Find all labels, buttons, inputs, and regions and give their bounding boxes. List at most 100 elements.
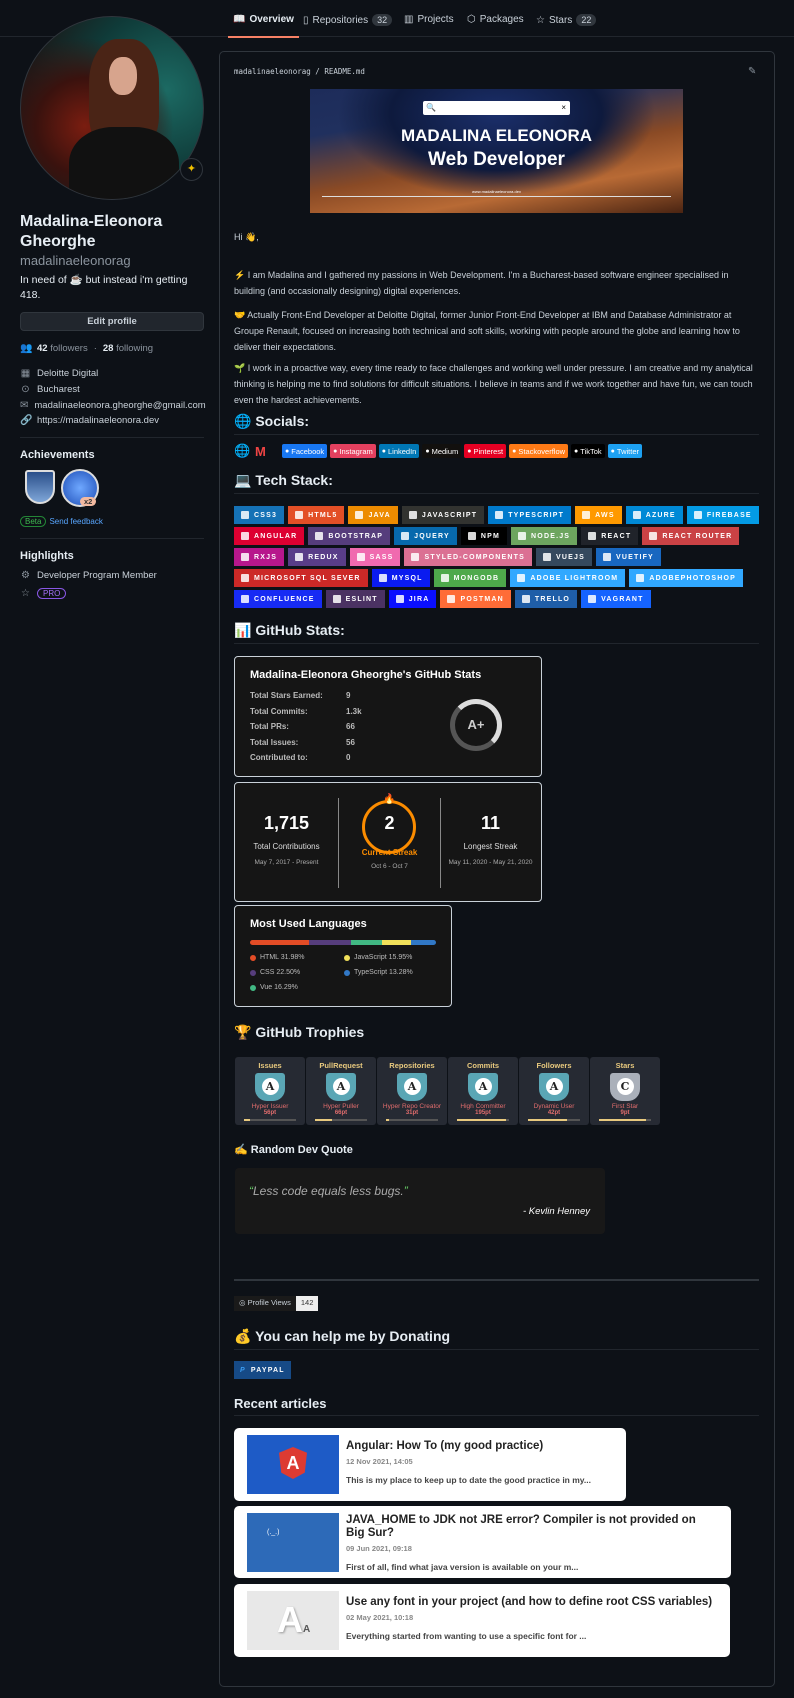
- trophies-heading: 🏆 GitHub Trophies: [234, 1024, 365, 1040]
- divider: [20, 437, 204, 438]
- tab-repositories[interactable]: ▯ Repositories 32: [303, 14, 393, 26]
- tech-badge-postman[interactable]: POSTMAN: [440, 590, 511, 608]
- tech-badge-aws[interactable]: AWS: [575, 506, 622, 524]
- adobe-lightroom-icon: [517, 574, 526, 582]
- tech-badge-jquery[interactable]: JQUERY: [394, 527, 457, 545]
- star-icon: ☆: [21, 588, 30, 599]
- readme-file-link[interactable]: README.md: [324, 67, 365, 76]
- tech-badge-vuejs[interactable]: VUEJS: [536, 548, 592, 566]
- article-excerpt: First of all, find what java version is …: [346, 1562, 579, 1572]
- paypal-button[interactable]: P PAYPAL: [234, 1361, 291, 1379]
- tech-badge-javascript[interactable]: JAVASCRIPT: [401, 506, 485, 524]
- article-card[interactable]: A Angular: How To (my good practice) 12 N…: [234, 1428, 626, 1501]
- tech-badge-trello[interactable]: TRELLO: [514, 590, 578, 608]
- tech-badge-angular[interactable]: ANGULAR: [234, 527, 305, 545]
- tech-badge-bootstrap[interactable]: BOOTSTRAP: [308, 527, 391, 545]
- tech-badge-rxjs[interactable]: RXJS: [234, 548, 285, 566]
- social-badge-pinterest[interactable]: ● Pinterest: [464, 444, 507, 458]
- longest-streak: 11 Longest Streak May 11, 2020 - May 21, 2…: [448, 813, 533, 866]
- send-feedback-link[interactable]: Send feedback: [49, 517, 102, 526]
- tech-badge-vagrant[interactable]: VAGRANT: [581, 590, 651, 608]
- tech-badge-jira[interactable]: JIRA: [388, 590, 437, 608]
- tech-badge-sass[interactable]: SASS: [349, 548, 401, 566]
- website-globe-icon[interactable]: 🌐: [234, 443, 252, 459]
- tab-projects[interactable]: ▥ Projects: [404, 14, 454, 25]
- tech-badge-typescript[interactable]: TYPESCRIPT: [488, 506, 572, 524]
- tab-stars[interactable]: ☆ Stars 22: [536, 14, 597, 26]
- tech-badge-html5[interactable]: HTML5: [288, 506, 345, 524]
- trophy-followers[interactable]: Followers A Dynamic User 42pt: [519, 1057, 589, 1125]
- node-js-icon: [518, 532, 527, 540]
- trophy-points: 31pt: [405, 1110, 419, 1116]
- status-sparkle-icon[interactable]: ✦: [180, 158, 203, 181]
- medium-icon: ●: [425, 447, 430, 455]
- tech-badge-vuetify[interactable]: VUETIFY: [595, 548, 661, 566]
- trophy-pullrequest[interactable]: PullRequest A Hyper Puller 66pt: [306, 1057, 376, 1125]
- social-badge-stackoverflow[interactable]: ● Stackoverflow: [509, 444, 569, 458]
- tech-badge-confluence[interactable]: CONFLUENCE: [234, 590, 322, 608]
- tech-badge-redux[interactable]: REDUX: [288, 548, 346, 566]
- tech-badge-azure[interactable]: AZURE: [625, 506, 683, 524]
- trophy-commits[interactable]: Commits A High Committer 195pt: [448, 1057, 518, 1125]
- social-badge-instagram[interactable]: ● Instagram: [330, 444, 376, 458]
- tech-badge-react-router[interactable]: REACT ROUTER: [642, 527, 740, 545]
- profile-website[interactable]: 🔗 https://madalinaeleonora.dev: [20, 415, 204, 426]
- tab-packages[interactable]: ⬡ Packages: [467, 14, 524, 25]
- social-badge-twitter[interactable]: ● Twitter: [607, 444, 642, 458]
- achievement-badge-arctic[interactable]: [25, 470, 55, 504]
- social-badge-tiktok[interactable]: ● TikTok: [571, 444, 605, 458]
- article-card[interactable]: AA Use any font in your project (and how…: [234, 1584, 730, 1657]
- tech-badge-microsoft-sql-sever[interactable]: MICROSOFT SQL SEVER: [234, 569, 368, 587]
- social-badge-medium[interactable]: ● Medium: [422, 444, 462, 458]
- tech-badge-npm[interactable]: NPM: [460, 527, 508, 545]
- trophy-repositories[interactable]: Repositories A Hyper Repo Creator 31pt: [377, 1057, 447, 1125]
- tech-badge-adobe-lightroom[interactable]: ADOBE LIGHTROOM: [510, 569, 626, 587]
- article-card[interactable]: (._.) JAVA_HOME to JDK not JRE error? Co…: [234, 1506, 731, 1578]
- followers-link[interactable]: 42 followers: [37, 343, 88, 354]
- trophy-name: High Committer: [460, 1103, 506, 1110]
- readme-user-link[interactable]: madalinaeleonorag: [234, 67, 311, 76]
- vagrant-icon: [588, 595, 597, 603]
- trophy-stars[interactable]: Stars C First Star 9pt: [590, 1057, 660, 1125]
- tech-badge-mysql[interactable]: MYSQL: [371, 569, 430, 587]
- language-bar-segment-typescript: [411, 940, 436, 945]
- banner-line: [322, 196, 671, 197]
- edit-profile-button[interactable]: Edit profile: [20, 312, 204, 331]
- trophy-title: Repositories: [389, 1061, 435, 1070]
- profile-email[interactable]: ✉ madalinaeleonora.gheorghe@gmail.com: [20, 400, 206, 411]
- tech-badge-styled-components[interactable]: STYLED-COMPONENTS: [404, 548, 532, 566]
- trophy-cup-icon: A: [326, 1073, 356, 1101]
- instagram-icon: ●: [333, 447, 338, 455]
- javascript-icon: [408, 511, 417, 519]
- tech-badge-adobephotoshop[interactable]: ADOBEPHOTOSHOP: [629, 569, 743, 587]
- trophy-issues[interactable]: Issues A Hyper Issuer 56pt: [235, 1057, 305, 1125]
- edit-pencil-icon[interactable]: ✎: [748, 66, 756, 77]
- vuetify-icon: [602, 553, 611, 561]
- gmail-icon[interactable]: M: [255, 444, 279, 459]
- tech-badge-react[interactable]: REACT: [581, 527, 639, 545]
- css3-icon: [241, 511, 249, 519]
- social-badge-facebook[interactable]: ● Facebook: [282, 444, 328, 458]
- languages-card: Most Used Languages HTML 31.98% CSS 22.50…: [234, 905, 452, 1007]
- tech-badge-css3[interactable]: CSS3: [234, 506, 285, 524]
- repo-count: 32: [372, 14, 393, 26]
- trophy-title: Stars: [615, 1061, 635, 1070]
- quote-text: “Less code equals less bugs.”: [249, 1184, 408, 1198]
- tab-overview[interactable]: 📖 Overview: [228, 14, 299, 38]
- socials-heading: 🌐 Socials:: [234, 413, 759, 435]
- trophy-title: Issues: [258, 1061, 282, 1070]
- trophy-title: Commits: [466, 1061, 500, 1070]
- styled-components-icon: [411, 553, 420, 561]
- profile-username: madalinaeleonorag: [20, 253, 131, 268]
- following-link[interactable]: 28 following: [103, 343, 153, 354]
- avatar[interactable]: [20, 16, 204, 200]
- tech-badge-java[interactable]: JAVA: [348, 506, 398, 524]
- social-badge-linkedin[interactable]: ● LinkedIn: [378, 444, 420, 458]
- language-dot: [250, 954, 256, 961]
- tech-badge-eslint[interactable]: ESLINT: [325, 590, 385, 608]
- tech-badge-mongodb[interactable]: MONGODB: [433, 569, 507, 587]
- trophy-cup-icon: A: [468, 1073, 498, 1101]
- tech-badge-node-js[interactable]: NODE.JS: [511, 527, 578, 545]
- tech-badge-firebase[interactable]: FIREBASE: [686, 506, 759, 524]
- redux-icon: [295, 553, 304, 561]
